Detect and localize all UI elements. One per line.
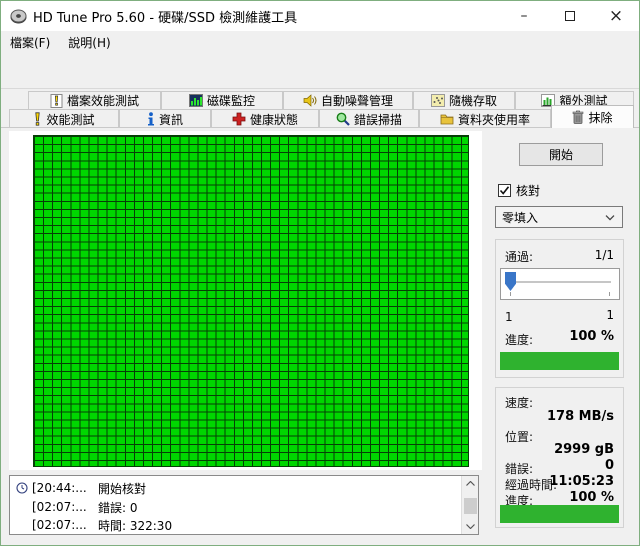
trash-icon [573,110,584,124]
log-scrollbar[interactable] [461,476,478,534]
menu-help[interactable]: 說明(H) [59,31,119,54]
scroll-up-icon[interactable] [462,476,479,491]
tab-label: 隨機存取 [448,94,497,108]
tab-error-scan[interactable]: 錯誤掃描 [319,109,419,128]
slider-max-label: 1 [606,308,614,322]
tab-aam[interactable]: 自動噪聲管理 [283,91,413,109]
log-line: [02:07:... 時間: 322:30 [32,516,172,534]
verify-checkbox-label: 核對 [516,184,541,198]
log-box: [20:44:... 開始核對 [02:07:... 錯誤: 0 [02:07:… [9,475,479,535]
pass-progress-bar [500,352,619,370]
slider-thumb[interactable] [505,272,516,291]
log-text: 時間: 322:30 [98,518,173,533]
tab-row-top: 檔案效能測試 磁碟監控 自動噪聲管理 隨機存取 額外測試 [28,91,634,109]
clock-icon [16,482,28,494]
log-text: 錯誤: 0 [98,500,138,515]
tab-info[interactable]: 資訊 [119,109,211,128]
pass-slider[interactable] [500,268,620,300]
tab-label: 資料夾使用率 [457,112,530,127]
tab-label: 自動噪聲管理 [320,94,393,108]
log-time: [02:07:... [32,518,87,532]
tab-folder-usage[interactable]: 資料夾使用率 [419,109,551,128]
page-exclamation-icon [50,93,63,108]
start-button-label: 開始 [548,148,573,162]
log-line: [20:44:... 開始核對 [16,479,146,497]
log-text: 開始核對 [98,481,147,496]
info-icon [147,112,154,126]
verify-checkbox[interactable] [498,184,511,197]
tab-random-access[interactable]: 隨機存取 [413,91,515,109]
errors-value: 0 [604,458,614,473]
tab-label: 抹除 [588,110,613,125]
pass-progress-label: 進度: [505,333,534,347]
tab-disk-monitor[interactable]: 磁碟監控 [161,91,283,109]
maximize-icon [565,11,575,21]
erase-method-select[interactable]: 零填入 [495,206,623,228]
random-dots-icon [430,94,445,107]
tab-label: 效能測試 [46,112,95,127]
pass-progress-value: 100 % [569,329,614,344]
tab-benchmark[interactable]: 效能測試 [9,109,119,128]
block-map-grid [33,135,469,467]
erase-method-value: 零填入 [502,210,539,225]
exclamation-icon [35,112,41,126]
scroll-down-icon[interactable] [462,519,479,534]
folder-icon [440,114,454,125]
menu-file[interactable]: 檔案(F) [1,31,59,54]
magnifier-icon [336,112,350,126]
disk-monitor-icon [188,94,203,107]
chevron-down-icon [605,215,615,221]
speed-value: 178 MB/s [547,409,614,424]
verify-checkbox-row[interactable]: 核對 [498,182,540,199]
tab-health[interactable]: 健康狀態 [211,109,319,128]
hd-tune-window: HD Tune Pro 5.60 - 硬碟/SSD 檢測維護工具 – × 檔案(… [0,0,640,546]
tab-label: 磁碟監控 [206,94,255,108]
check-icon [499,186,510,195]
health-cross-icon [232,112,246,126]
status-group: 速度: 178 MB/s 位置: 2999 gB 錯誤: 0 經過時間: 11:… [495,387,624,528]
tab-label: 健康狀態 [249,112,298,127]
start-button[interactable]: 開始 [519,143,603,166]
app-icon [10,9,27,23]
pass-group: 通過: 1/1 1 1 進度: 100 % [495,239,624,378]
speed-label: 速度: [505,396,534,410]
tab-label: 錯誤掃描 [353,112,402,127]
tab-row-bottom: 效能測試 資訊 健康狀態 錯誤掃描 資料夾使用率 抹除 [9,105,634,128]
minimize-button[interactable]: – [501,1,547,31]
close-button[interactable]: × [593,1,639,31]
slider-tick [510,292,511,296]
status-progress-value: 100 % [569,490,614,505]
pass-value: 1/1 [594,248,614,262]
tab-erase[interactable]: 抹除 [551,105,634,128]
menu-bar: 檔案(F) 說明(H) [1,31,639,53]
tab-file-benchmark[interactable]: 檔案效能測試 [28,91,161,109]
position-label: 位置: [505,430,534,444]
scrollbar-thumb[interactable] [464,498,477,514]
status-progress-bar [500,505,619,523]
speaker-icon [303,94,317,107]
slider-min-label: 1 [505,310,513,324]
log-time: [02:07:... [32,500,87,514]
title-bar: HD Tune Pro 5.60 - 硬碟/SSD 檢測維護工具 – × [1,1,639,31]
errors-label: 錯誤: [505,462,534,476]
slider-tick [609,292,610,296]
log-line: [02:07:... 錯誤: 0 [32,498,138,516]
maximize-button[interactable] [547,1,593,31]
position-value: 2999 gB [554,442,614,457]
tab-label: 檔案效能測試 [66,94,139,108]
elapsed-value: 11:05:23 [549,474,614,489]
slider-track[interactable] [507,281,611,283]
pass-label: 通過: [505,250,534,264]
toolbar: TOSHIBA DT01ACA300 (3000 gB) 38℃ [1,53,639,137]
log-time: [20:44:... [32,481,87,495]
window-title: HD Tune Pro 5.60 - 硬碟/SSD 檢測維護工具 [33,10,298,26]
tab-label: 資訊 [158,112,183,127]
